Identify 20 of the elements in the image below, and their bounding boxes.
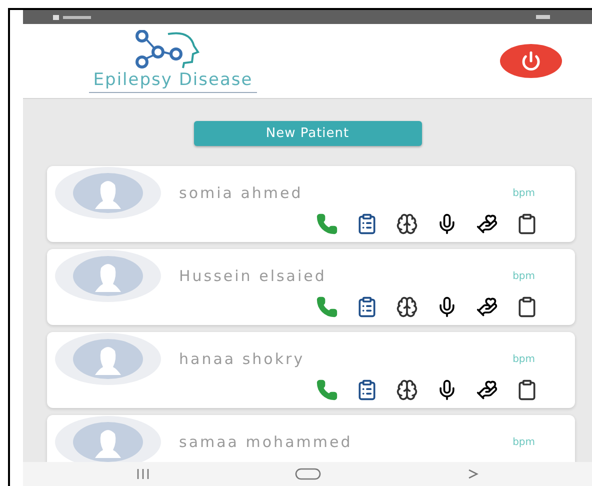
patient-name: Hussein elsaied	[179, 267, 328, 285]
battery-icon	[536, 14, 552, 20]
recent-apps-icon	[136, 468, 150, 480]
bpm-label: bpm	[512, 188, 535, 198]
power-icon	[521, 51, 541, 71]
patient-card[interactable]: samaa mohammed bpm	[47, 415, 575, 462]
patient-card[interactable]: somia ahmed bpm	[47, 166, 575, 242]
patient-card[interactable]: hanaa shokry bpm	[47, 332, 575, 408]
home-icon	[295, 468, 322, 480]
signal-icon	[53, 14, 93, 20]
patient-name: somia ahmed	[179, 184, 304, 202]
bpm-label: bpm	[512, 354, 535, 364]
patient-name: samaa mohammed	[179, 433, 354, 451]
patient-card[interactable]: Hussein elsaied bpm	[47, 249, 575, 325]
patient-name: hanaa shokry	[179, 350, 306, 368]
logo-text: Epilepsy Disease	[89, 70, 257, 92]
back-icon	[467, 468, 480, 480]
bpm-label: bpm	[512, 270, 535, 282]
bpm-label: bpm	[512, 436, 535, 448]
new-patient-button[interactable]: New Patient	[194, 121, 422, 146]
